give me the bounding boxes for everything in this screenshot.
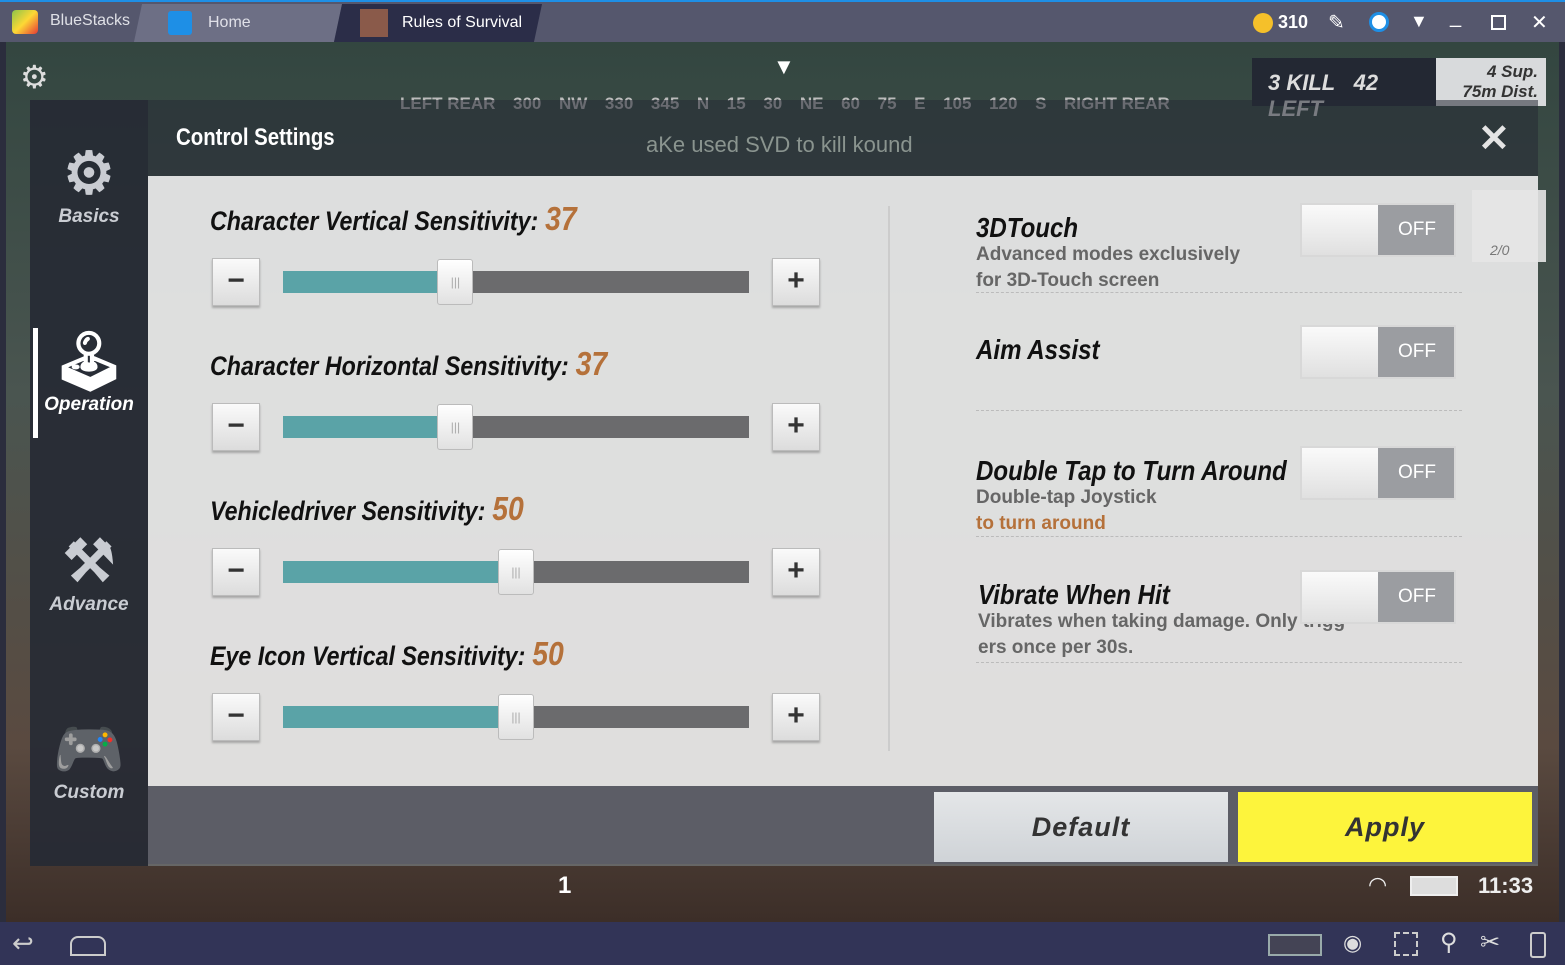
- tab-label: Home: [208, 14, 251, 31]
- back-icon[interactable]: ↩: [12, 928, 34, 959]
- coin-count: 310: [1278, 12, 1309, 32]
- clock: 11:33: [1478, 873, 1534, 898]
- increase-button[interactable]: +: [772, 548, 820, 596]
- weapon-slot[interactable]: 2/0: [1472, 190, 1546, 262]
- divider: [976, 536, 1462, 537]
- sensitivity-slider[interactable]: |||: [283, 694, 749, 740]
- home-icon: [168, 11, 192, 35]
- sidebar-item-operation[interactable]: 🕹 Operation: [30, 330, 148, 416]
- minimize-icon[interactable]: _: [1450, 6, 1461, 29]
- slider-fill: [283, 416, 456, 438]
- slider-handle[interactable]: |||: [498, 694, 534, 740]
- divider: [976, 410, 1462, 411]
- double-tap-toggle[interactable]: OFF: [1300, 446, 1456, 500]
- wifi-icon: ◠: [1368, 872, 1388, 897]
- sidebar-item-label: Basics: [58, 206, 120, 227]
- joystick-icon: 🕹: [52, 329, 126, 394]
- slider-fill: [283, 561, 516, 583]
- slider-value: 37: [575, 345, 608, 382]
- slider-value: 50: [532, 635, 564, 672]
- sidebar-item-custom[interactable]: 🎮 Custom: [30, 718, 148, 804]
- increase-button[interactable]: +: [772, 693, 820, 741]
- tab-label: Rules of Survival: [402, 14, 523, 31]
- app-name: BlueStacks: [50, 12, 131, 29]
- kill-counter: 3 KILL 42 LEFT: [1252, 58, 1442, 121]
- gamepad-icon: 🎮: [52, 717, 126, 782]
- default-button[interactable]: Default: [934, 792, 1228, 862]
- slider-handle[interactable]: |||: [498, 549, 534, 595]
- scissors-icon[interactable]: ✂: [1480, 928, 1500, 957]
- fullscreen-icon[interactable]: [1394, 932, 1418, 956]
- sidebar-item-label: Custom: [53, 782, 125, 803]
- battery-icon: [1410, 876, 1458, 896]
- sidebar-item-basics[interactable]: ⚙ Basics: [30, 142, 148, 228]
- slider-label: Vehicledriver Sensitivity: 50: [210, 490, 524, 527]
- slider-fill: [283, 706, 516, 728]
- divider: [976, 292, 1462, 293]
- slider-label: Character Horizontal Sensitivity: 37: [210, 345, 608, 382]
- slider-value: 50: [492, 490, 524, 527]
- sensitivity-slider[interactable]: |||: [283, 549, 749, 595]
- supply-info: 4 Sup. 75m Dist.: [1436, 58, 1546, 106]
- page-title: Control Settings: [176, 124, 335, 151]
- slider-label: Character Vertical Sensitivity: 37: [210, 200, 577, 237]
- sidebar-item-label: Advance: [49, 594, 129, 615]
- settings-gear-icon[interactable]: ⚙: [20, 58, 49, 96]
- sensitivity-slider[interactable]: |||: [283, 259, 749, 305]
- toggle-description: Vibrates when taking damage. Only trigg e…: [978, 611, 1346, 658]
- kill-feed: aKe used SVD to kill kound: [646, 132, 913, 157]
- maximize-icon[interactable]: [1491, 15, 1506, 30]
- decrease-button[interactable]: −: [212, 258, 260, 306]
- 3dtouch-toggle[interactable]: OFF: [1300, 203, 1456, 257]
- toggle-description: Advanced modes exclusively for 3D-Touch s…: [976, 244, 1241, 291]
- slider-label: Eye Icon Vertical Sensitivity: 50: [210, 635, 564, 672]
- vibrate-toggle[interactable]: OFF: [1300, 570, 1456, 624]
- increase-button[interactable]: +: [772, 403, 820, 451]
- game-icon: [360, 9, 388, 37]
- sensitivity-slider[interactable]: |||: [283, 404, 749, 450]
- tab-home[interactable]: Home: [133, 4, 343, 42]
- divider: [976, 662, 1462, 663]
- toggle-title: 3DTouch: [976, 212, 1079, 243]
- apply-button[interactable]: Apply: [1238, 792, 1532, 862]
- tab-rules-of-survival[interactable]: Rules of Survival: [333, 4, 543, 42]
- increase-button[interactable]: +: [772, 258, 820, 306]
- keyboard-icon[interactable]: [1268, 934, 1322, 956]
- account-icon[interactable]: [1369, 12, 1389, 32]
- toggle-title: Vibrate When Hit: [978, 579, 1170, 610]
- slider-fill: [283, 271, 456, 293]
- coin-icon: [1253, 13, 1273, 33]
- eye-icon[interactable]: ◉: [1343, 930, 1362, 956]
- location-icon[interactable]: ⚲: [1440, 928, 1458, 957]
- toggle-title: Aim Assist: [976, 334, 1100, 365]
- phone-rotate-icon[interactable]: [1530, 932, 1546, 958]
- compass-pointer-icon: ▼: [773, 54, 795, 79]
- menu-icon[interactable]: ▼: [1410, 11, 1428, 32]
- gear-icon: ⚙: [63, 141, 115, 206]
- decrease-button[interactable]: −: [212, 403, 260, 451]
- sidebar-item-label: Operation: [44, 394, 134, 415]
- count-label: 1: [558, 872, 572, 899]
- sidebar-item-advance[interactable]: ⚒ Advance: [30, 530, 148, 616]
- slider-handle[interactable]: |||: [437, 404, 474, 450]
- decrease-button[interactable]: −: [212, 693, 260, 741]
- toggle-description: Double-tap Joystick to turn around: [976, 487, 1157, 534]
- slider-handle[interactable]: |||: [437, 259, 474, 305]
- bluestacks-logo: [12, 10, 38, 34]
- close-window-icon[interactable]: ✕: [1531, 10, 1548, 35]
- android-nav-bar: ↩ ◉ ⚲ ✂: [0, 922, 1565, 965]
- slider-value: 37: [545, 200, 577, 237]
- settings-sidebar: ⚙ Basics 🕹 Operation ⚒ Advance 🎮 Custom: [30, 100, 148, 866]
- close-icon[interactable]: ✕: [1478, 116, 1510, 161]
- column-divider: [888, 206, 890, 751]
- aim-assist-toggle[interactable]: OFF: [1300, 325, 1456, 379]
- decrease-button[interactable]: −: [212, 548, 260, 596]
- wrench-gear-icon: ⚒: [63, 529, 115, 594]
- pin-icon[interactable]: ✎: [1328, 10, 1345, 35]
- toggle-title: Double Tap to Turn Around: [976, 455, 1287, 486]
- home-nav-icon[interactable]: [70, 936, 106, 956]
- title-bar: BlueStacks Home Rules of Survival 310 ✎ …: [0, 0, 1565, 42]
